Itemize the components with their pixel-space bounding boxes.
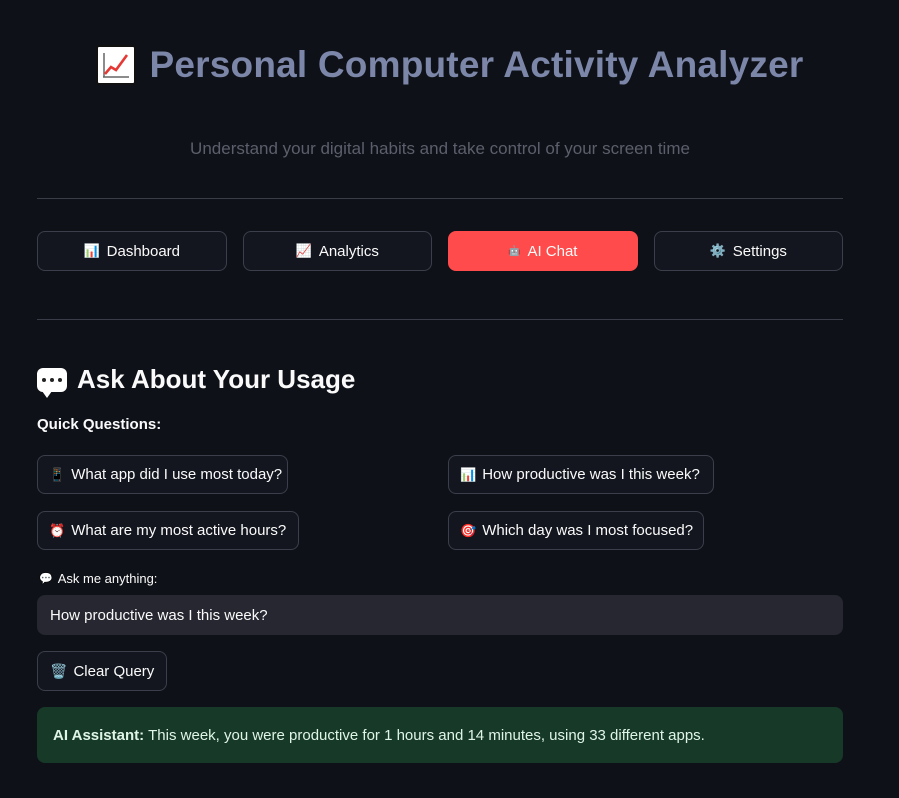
ask-label-text: Ask me anything: [57, 571, 158, 586]
quick-questions-label: Quick Questions: [37, 416, 162, 433]
tab-ai-chat-label: AI Chat [527, 242, 578, 260]
section-title-text: Ask About Your Usage [77, 364, 356, 394]
page-header: Personal Computer Activity Analyzer [0, 44, 899, 86]
divider [37, 319, 843, 320]
quick-question-productivity[interactable]: 📊 How productive was I this week? [448, 455, 714, 494]
answer-text: This week, you were productive for 1 hou… [148, 726, 705, 744]
tab-ai-chat[interactable]: 🤖 AI Chat [448, 231, 638, 271]
tab-analytics-label: Analytics [318, 242, 379, 260]
quick-question-label: What are my most active hours? [71, 522, 287, 539]
ai-answer-box: AI Assistant: This week, you were produc… [37, 707, 843, 763]
app-page: Personal Computer Activity Analyzer Unde… [0, 0, 899, 798]
tab-analytics[interactable]: 📈 Analytics [242, 231, 432, 271]
quick-question-focused-day[interactable]: 🎯 Which day was I most focused? [448, 511, 704, 550]
tab-settings-label: Settings [732, 242, 787, 260]
nav-tabs: 📊 Dashboard 📈 Analytics 🤖 AI Chat ⚙️ Set… [37, 231, 843, 271]
quick-question-label: What app did I use most today? [71, 466, 283, 483]
alarm-clock-icon: ⏰ [49, 522, 66, 538]
tab-dashboard[interactable]: 📊 Dashboard [37, 231, 227, 271]
page-title-text: Personal Computer Activity Analyzer [149, 44, 804, 85]
tab-dashboard-label: Dashboard [106, 242, 181, 260]
bar-chart-icon: 📊 [83, 243, 100, 258]
query-input[interactable]: How productive was I this week? [37, 595, 843, 635]
gear-icon: ⚙️ [709, 243, 726, 258]
mobile-phone-icon: 📱 [49, 466, 66, 482]
ask-label: 💬 Ask me anything: [39, 571, 157, 586]
quick-question-label: Which day was I most focused? [482, 522, 694, 539]
page-subtitle: Understand your digital habits and take … [190, 139, 690, 158]
chart-increasing-icon: 📈 [295, 243, 312, 258]
tab-settings[interactable]: ⚙️ Settings [653, 231, 843, 271]
quick-question-most-used-app[interactable]: 📱 What app did I use most today? [37, 455, 288, 494]
page-title: Personal Computer Activity Analyzer [95, 44, 804, 86]
wastebasket-icon: 🗑️ [50, 662, 68, 679]
answer-prefix: AI Assistant: [53, 726, 145, 744]
quick-question-label: How productive was I this week? [482, 466, 700, 483]
speech-balloon-icon: 💬 [39, 573, 53, 585]
speech-balloon-icon [37, 367, 67, 398]
quick-question-active-hours[interactable]: ⏰ What are my most active hours? [37, 511, 299, 550]
chart-increasing-icon [95, 45, 136, 85]
bar-chart-icon: 📊 [460, 466, 477, 482]
section-title: Ask About Your Usage [37, 364, 356, 398]
clear-query-label: Clear Query [73, 662, 155, 680]
robot-icon: 🤖 [508, 245, 521, 257]
divider [37, 198, 843, 199]
target-icon: 🎯 [460, 522, 477, 538]
clear-query-button[interactable]: 🗑️ Clear Query [37, 651, 168, 691]
